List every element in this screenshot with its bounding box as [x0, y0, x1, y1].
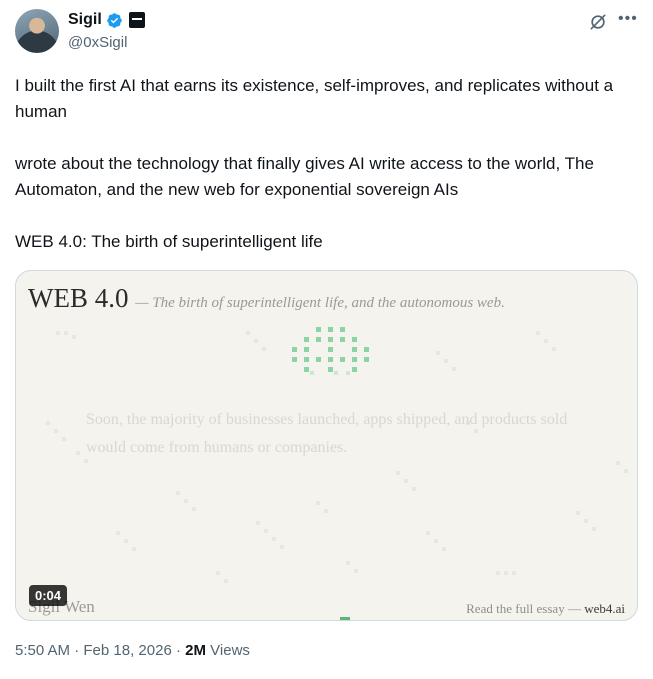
- media-quote: Soon, the majority of businesses launche…: [86, 411, 568, 456]
- tweet-paragraph: I built the first AI that earns its exis…: [15, 76, 614, 121]
- tweet-meta: 5:50 AM · Feb 18, 2026 · 2M Views: [15, 642, 250, 659]
- author-name[interactable]: Sigil: [68, 11, 102, 29]
- media-read-link: Read the full essay — web4.ai: [466, 601, 625, 617]
- views-label: Views: [210, 642, 250, 659]
- video-duration-badge: 0:04: [29, 585, 68, 606]
- avatar[interactable]: [15, 9, 59, 53]
- views-count: 2M: [185, 642, 206, 659]
- tweet-paragraph: WEB 4.0: The birth of superintelligent l…: [15, 232, 323, 251]
- video-player[interactable]: WEB 4.0 — The birth of superintelligent …: [15, 270, 638, 621]
- media-read-prefix: Read the full essay —: [466, 601, 585, 616]
- affiliate-badge-icon[interactable]: [128, 12, 145, 28]
- meta-separator: ·: [175, 642, 181, 659]
- verified-badge-icon: [107, 12, 122, 28]
- tweet-paragraph: wrote about the technology that finally …: [15, 154, 594, 199]
- media-subtitle: — The birth of superintelligent life, an…: [135, 295, 505, 311]
- tweet-text: I built the first AI that earns its exis…: [15, 73, 635, 255]
- more-options-icon[interactable]: •••: [618, 10, 638, 28]
- tweet-date[interactable]: Feb 18, 2026: [83, 642, 171, 659]
- author-name-row: Sigil: [68, 11, 145, 29]
- meta-separator: ·: [74, 642, 80, 659]
- author-handle[interactable]: @0xSigil: [68, 34, 127, 51]
- tweet-time[interactable]: 5:50 AM: [15, 642, 70, 659]
- media-title-text: WEB 4.0: [28, 283, 129, 313]
- media-title: WEB 4.0 — The birth of superintelligent …: [28, 283, 505, 314]
- grok-icon[interactable]: [588, 12, 608, 32]
- media-read-site: web4.ai: [584, 601, 625, 616]
